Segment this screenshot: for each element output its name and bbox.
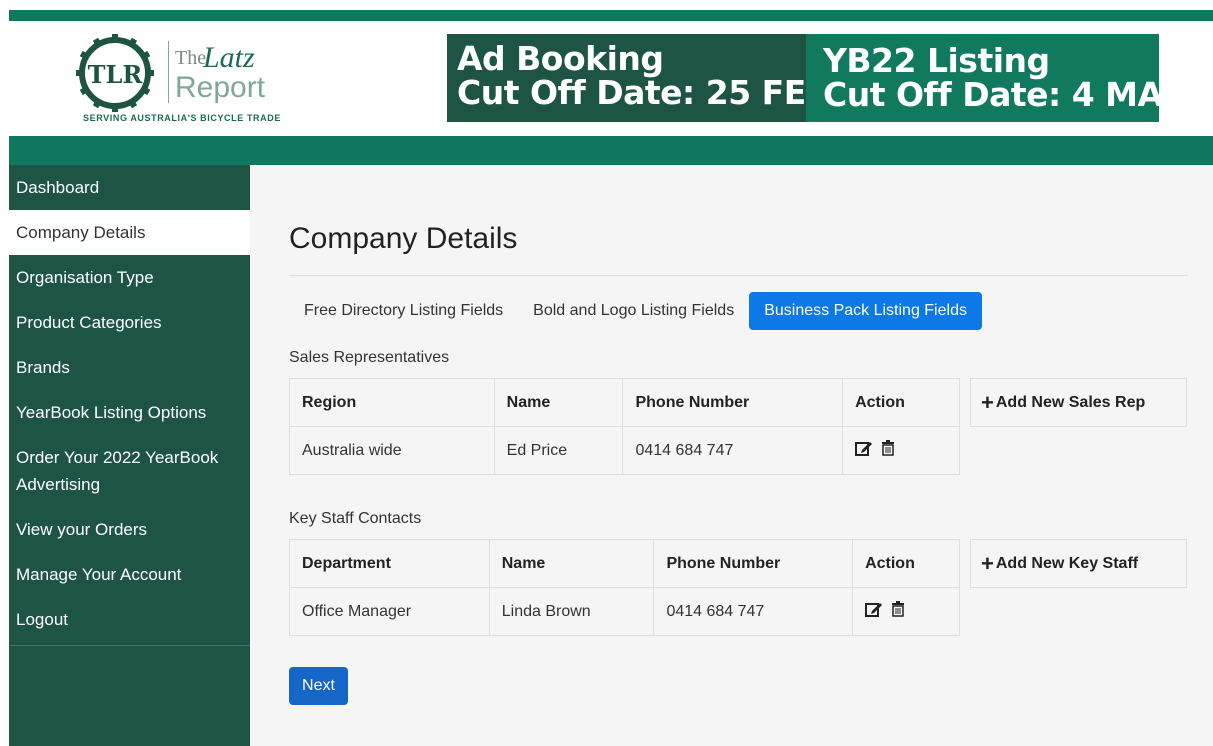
logo-word-the: The [175, 47, 207, 69]
column-header-action: Action [842, 378, 960, 427]
cell-name: Linda Brown [488, 587, 655, 636]
ad-booking-heading: Ad Booking [457, 39, 664, 78]
key-staff-label: Key Staff Contacts [289, 510, 422, 527]
next-button[interactable]: Next [289, 667, 348, 705]
title-divider [289, 275, 1188, 276]
column-header-region: Region [289, 378, 495, 427]
trash-icon[interactable] [881, 440, 895, 461]
ad-booking-date: Cut Off Date: 25 FEB [457, 73, 831, 112]
plus-icon: + [981, 550, 994, 576]
cell-phone: 0414 684 747 [653, 587, 854, 636]
yb22-listing-date: Cut Off Date: 4 MAR [823, 75, 1188, 114]
column-header-name: Name [488, 539, 655, 588]
table-header-row: Department Name Phone Number Action [289, 539, 960, 588]
cell-name: Ed Price [493, 426, 624, 475]
column-header-department: Department [289, 539, 490, 588]
sales-reps-label: Sales Representatives [289, 349, 450, 366]
table-row: Office Manager Linda Brown 0414 684 747 [289, 587, 960, 636]
plus-icon: + [981, 389, 994, 415]
sidebar-item-dashboard[interactable]: Dashboard [9, 165, 250, 210]
add-sales-rep-button[interactable]: + Add New Sales Rep [970, 378, 1187, 427]
listing-tabs: Free Directory Listing Fields Bold and L… [289, 292, 982, 330]
sidebar-item-logout[interactable]: Logout [9, 597, 250, 642]
edit-icon[interactable] [855, 440, 873, 461]
key-staff-table: Department Name Phone Number Action Offi… [289, 539, 960, 636]
top-accent-strip [9, 10, 1213, 21]
sidebar-item-product-categories[interactable]: Product Categories [9, 300, 250, 345]
yb22-listing-heading: YB22 Listing [823, 41, 1050, 80]
cell-region: Australia wide [289, 426, 495, 475]
logo-word-report: Report [175, 71, 266, 104]
main-content: Company Details Free Directory Listing F… [250, 165, 1213, 746]
add-sales-rep-label: Add New Sales Rep [995, 393, 1146, 411]
column-header-phone: Phone Number [653, 539, 854, 588]
cutoff-banner[interactable]: Ad Booking Cut Off Date: 25 FEB YB22 Lis… [447, 34, 1188, 122]
sidebar-item-view-orders[interactable]: View your Orders [9, 507, 250, 552]
sidebar-divider [9, 645, 250, 646]
add-key-staff-button[interactable]: + Add New Key Staff [970, 539, 1187, 588]
cell-actions [842, 426, 960, 475]
sidebar-item-order-yearbook-advertising[interactable]: Order Your 2022 YearBook Advertising [9, 435, 250, 507]
ad-booking-panel: Ad Booking Cut Off Date: 25 FEB [447, 34, 831, 122]
latz-report-logo[interactable]: TLR The Latz Report SERVING AUSTRALIA'S … [75, 33, 280, 133]
add-key-staff-label: Add New Key Staff [995, 554, 1139, 572]
sales-reps-table: Region Name Phone Number Action Australi… [289, 378, 960, 475]
table-row: Australia wide Ed Price 0414 684 747 [289, 426, 960, 475]
cell-phone: 0414 684 747 [622, 426, 844, 475]
column-header-action: Action [852, 539, 960, 588]
tab-business-pack[interactable]: Business Pack Listing Fields [749, 292, 982, 330]
sidebar-item-company-details[interactable]: Company Details [9, 210, 250, 255]
sidebar-item-brands[interactable]: Brands [9, 345, 250, 390]
sidebar-item-yearbook-listing-options[interactable]: YearBook Listing Options [9, 390, 250, 435]
yb22-listing-panel: YB22 Listing Cut Off Date: 4 MAR [806, 34, 1188, 122]
edit-icon[interactable] [865, 601, 883, 622]
page-title: Company Details [289, 222, 518, 255]
tlr-gear-logo-icon: TLR [76, 34, 154, 112]
sidebar-item-manage-account[interactable]: Manage Your Account [9, 552, 250, 597]
sidebar-item-organisation-type[interactable]: Organisation Type [9, 255, 250, 300]
header-green-bar [9, 136, 1213, 165]
site-header: TLR The Latz Report SERVING AUSTRALIA'S … [9, 21, 1213, 136]
logo-monogram: TLR [88, 60, 144, 89]
column-header-phone: Phone Number [622, 378, 844, 427]
logo-word-latz: Latz [203, 41, 255, 74]
sidebar: Dashboard Company Details Organisation T… [9, 165, 250, 746]
column-header-name: Name [493, 378, 624, 427]
tab-free-directory[interactable]: Free Directory Listing Fields [289, 292, 518, 330]
cell-department: Office Manager [289, 587, 490, 636]
table-header-row: Region Name Phone Number Action [289, 378, 960, 427]
tab-bold-logo[interactable]: Bold and Logo Listing Fields [518, 292, 749, 330]
cell-actions [852, 587, 960, 636]
logo-divider [168, 41, 169, 103]
trash-icon[interactable] [891, 601, 905, 622]
logo-tagline: SERVING AUSTRALIA'S BICYCLE TRADE [83, 113, 281, 123]
